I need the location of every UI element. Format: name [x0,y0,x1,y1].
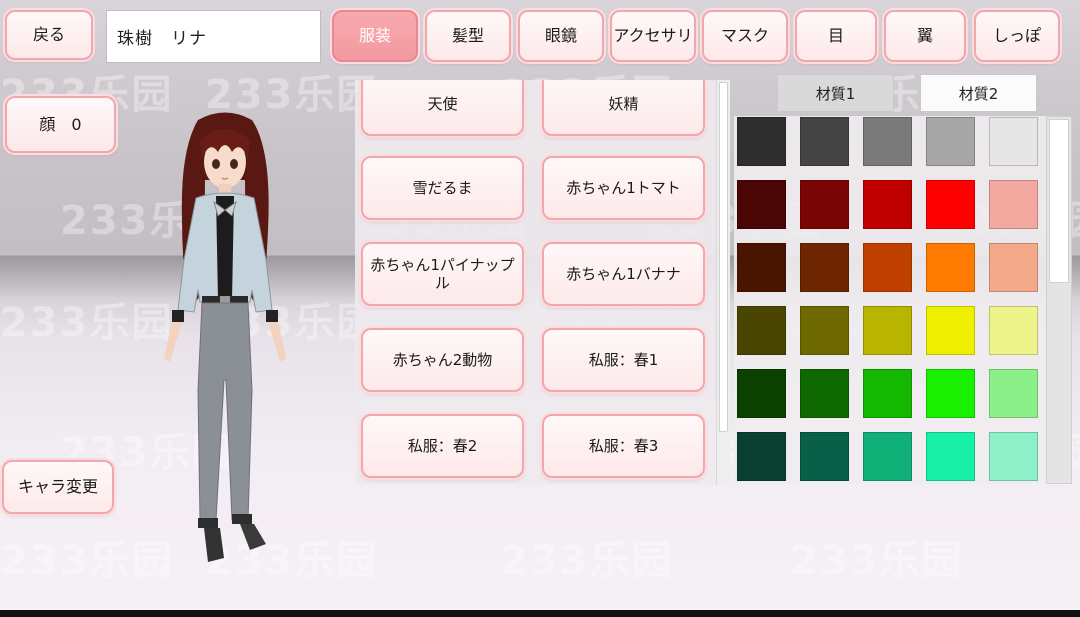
material-tab-2[interactable]: 材質2 [920,74,1037,112]
tab-7[interactable]: しっぽ [974,10,1060,62]
color-swatch[interactable] [926,306,975,355]
color-swatch[interactable] [989,369,1038,418]
tab-6[interactable]: 翼 [884,10,966,62]
outfit-list-scrollbar[interactable] [716,80,730,485]
color-swatch[interactable] [800,369,849,418]
outfit-item[interactable]: 私服：春2 [361,414,524,478]
outfit-item[interactable]: 赤ちゃん1パイナップル [361,242,524,306]
color-swatch[interactable] [926,117,975,166]
color-swatch[interactable] [863,117,912,166]
color-swatch[interactable] [800,306,849,355]
tab-1[interactable]: 髪型 [425,10,511,62]
color-swatch[interactable] [863,432,912,481]
color-palette-panel [734,116,1046,484]
system-navigation-bar [0,610,1080,617]
color-swatch[interactable] [989,243,1038,292]
outfit-item[interactable]: 赤ちゃん1トマト [542,156,705,220]
color-swatch[interactable] [737,243,786,292]
color-swatch[interactable] [989,180,1038,229]
outfit-list-panel: 天使 妖精 雪だるま 赤ちゃん1トマト 赤ちゃん1パイナップル 赤ちゃん1バナナ 赤ちゃん2… [355,80,730,485]
color-swatch[interactable] [800,243,849,292]
color-swatch[interactable] [926,369,975,418]
color-swatch[interactable] [737,369,786,418]
tab-0[interactable]: 服装 [332,10,418,62]
outfit-item[interactable]: 雪だるま [361,156,524,220]
color-swatch[interactable] [863,180,912,229]
outfit-item[interactable]: 私服：春3 [542,414,705,478]
color-swatch[interactable] [863,243,912,292]
outfit-item[interactable]: 赤ちゃん1バナナ [542,242,705,306]
color-swatch[interactable] [863,369,912,418]
color-swatch[interactable] [737,117,786,166]
color-palette-scroll-thumb[interactable] [1049,119,1069,283]
color-swatch[interactable] [989,432,1038,481]
tab-4[interactable]: マスク [702,10,788,62]
color-swatch[interactable] [737,432,786,481]
color-swatch[interactable] [989,117,1038,166]
color-swatch[interactable] [737,306,786,355]
character-model [164,112,286,562]
back-button[interactable]: 戻る [5,10,93,60]
tab-5[interactable]: 目 [795,10,877,62]
material-tab-1[interactable]: 材質1 [777,74,894,112]
outfit-item[interactable]: 赤ちゃん2動物 [361,328,524,392]
outfit-item[interactable]: 天使 [361,80,524,136]
color-palette-scrollbar[interactable] [1046,116,1072,484]
face-selector-button[interactable]: 顔 0 [5,96,116,153]
color-swatch[interactable] [989,306,1038,355]
change-character-button[interactable]: キャラ変更 [2,460,114,514]
tab-2[interactable]: 眼鏡 [518,10,604,62]
color-swatch[interactable] [926,180,975,229]
color-swatch[interactable] [926,243,975,292]
character-name-field[interactable]: 珠樹 リナ [106,10,321,63]
color-swatch[interactable] [737,180,786,229]
color-swatch[interactable] [800,117,849,166]
outfit-item[interactable]: 妖精 [542,80,705,136]
color-swatch[interactable] [926,432,975,481]
outfit-list-scroll-thumb[interactable] [719,82,728,432]
color-swatch[interactable] [863,306,912,355]
color-swatch[interactable] [800,180,849,229]
outfit-item[interactable]: 私服：春1 [542,328,705,392]
color-swatch[interactable] [800,432,849,481]
tab-3[interactable]: アクセサリ [610,10,696,62]
